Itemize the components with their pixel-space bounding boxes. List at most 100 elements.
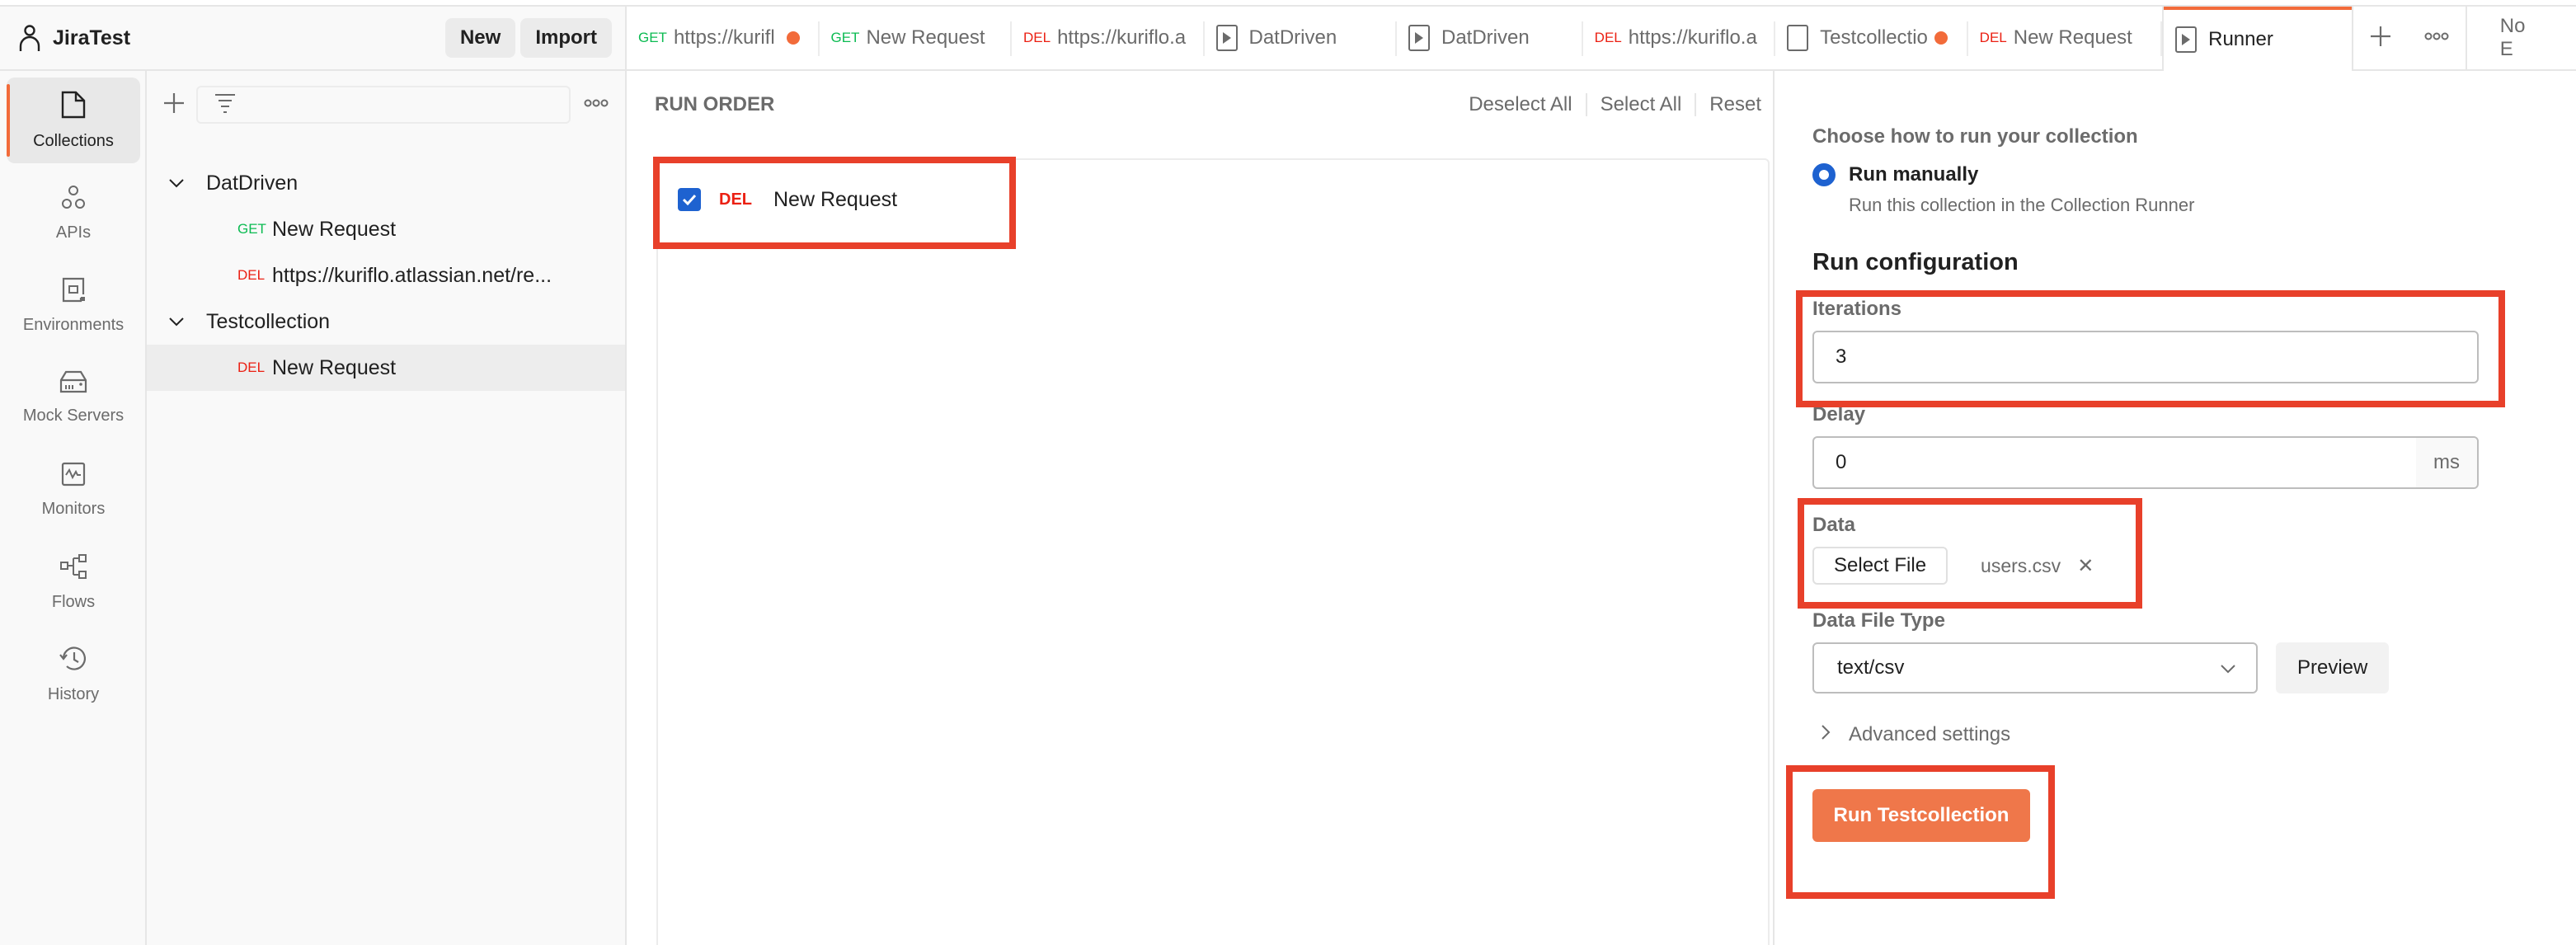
iterations-label: Iterations [1812, 298, 1902, 320]
workspace-name[interactable]: JiraTest [53, 26, 445, 50]
user-icon [13, 21, 46, 54]
sidebar-item-monitors[interactable]: Monitors [7, 447, 140, 533]
runner-icon [1408, 25, 1430, 51]
request-label: New Request [773, 187, 898, 211]
method-badge: DEL [1023, 30, 1051, 45]
tab-request[interactable]: DEL New Request [1968, 7, 2163, 69]
collections-panel: DatDriven GET New Request DEL https://ku… [147, 71, 627, 945]
collections-tree: DatDriven GET New Request DEL https://ku… [147, 160, 625, 391]
tab-request[interactable]: GET New Request [820, 7, 1013, 69]
tab-runner[interactable]: DatDriven [1205, 7, 1398, 69]
new-tab-plus-icon[interactable] [2370, 26, 2391, 51]
run-order-header: RUN ORDER Deselect All Select All Reset [627, 71, 1773, 139]
select-file-button[interactable]: Select File [1812, 547, 1948, 585]
reset-button[interactable]: Reset [1696, 93, 1761, 116]
radio-selected[interactable] [1812, 163, 1836, 186]
history-icon [59, 646, 87, 685]
collections-filter-input[interactable] [196, 86, 571, 124]
method-badge: GET [830, 30, 860, 45]
method-badge: DEL [1979, 30, 2007, 45]
run-order-title: RUN ORDER [655, 93, 775, 115]
sidebar-item-label: Collections [33, 131, 114, 150]
iterations-input[interactable]: 3 [1812, 331, 2479, 383]
delay-label: Delay [1812, 403, 1866, 425]
sidebar-item-label: Flows [51, 592, 96, 611]
choose-run-label: Choose how to run your collection [1812, 125, 2138, 148]
sidebar-item-collections[interactable]: Collections [7, 78, 140, 163]
run-manually-option[interactable]: Run manually [1812, 163, 2576, 186]
data-file-type-field: Data File Type text/csv Preview [1812, 609, 2576, 693]
sidebar-item-label: Monitors [41, 499, 106, 518]
iterations-field: Iterations 3 [1812, 298, 2576, 383]
sidebar-item-label: History [47, 684, 100, 703]
folder-label: Testcollection [206, 309, 331, 333]
run-order-item[interactable]: DEL New Request [658, 178, 1768, 221]
tab-request[interactable]: GET https://kurifl [627, 7, 820, 69]
run-order-actions: Deselect All Select All Reset [1455, 93, 1761, 116]
data-file-row: Select File users.csv ✕ [1812, 547, 2576, 585]
collections-icon [61, 91, 86, 132]
selected-file-name: users.csv [1981, 554, 2061, 576]
sidebar-item-history[interactable]: History [7, 632, 140, 717]
deselect-all-button[interactable]: Deselect All [1455, 93, 1587, 116]
chevron-down-icon[interactable] [167, 317, 186, 327]
chevron-down-icon[interactable] [167, 178, 186, 188]
collection-request-selected[interactable]: DEL New Request [147, 345, 625, 391]
delay-value: 0 [1836, 451, 1847, 473]
collection-request[interactable]: DEL https://kuriflo.atlassian.net/re... [147, 252, 625, 299]
tab-label: New Request [2013, 26, 2132, 49]
method-badge: DEL [237, 360, 266, 375]
run-manually-description: Run this collection in the Collection Ru… [1849, 195, 2195, 215]
collection-folder[interactable]: DatDriven [147, 160, 625, 206]
tab-label: Testcollectio [1820, 26, 1928, 49]
more-options-icon[interactable] [584, 97, 609, 112]
tab-label: DatDriven [1441, 26, 1530, 49]
method-badge: GET [237, 221, 266, 237]
new-button[interactable]: New [444, 18, 516, 58]
method-badge: DEL [719, 190, 752, 209]
tab-runner-active[interactable]: Runner [2162, 7, 2353, 73]
tab-collection[interactable]: Testcollectio [1775, 7, 1968, 69]
sidebar-item-mock-servers[interactable]: Mock Servers [7, 355, 140, 440]
add-collection-plus-icon[interactable] [163, 92, 185, 118]
checkbox-checked[interactable] [678, 188, 701, 211]
data-file-type-label: Data File Type [1812, 609, 1945, 632]
import-button[interactable]: Import [520, 18, 612, 58]
remove-file-icon[interactable]: ✕ [2077, 554, 2094, 578]
workspace-header: JiraTest New Import [0, 7, 627, 71]
unsaved-dot-icon [786, 31, 800, 45]
sidebar-item-flows[interactable]: Flows [7, 539, 140, 625]
data-label: Data [1812, 514, 1856, 536]
tab-label: https://kuriflo.a [1057, 26, 1187, 49]
data-file-type-select[interactable]: text/csv [1812, 642, 2258, 693]
chevron-down-icon [2220, 656, 2236, 679]
environment-selector[interactable]: No E [2467, 7, 2576, 69]
method-badge: GET [638, 30, 667, 45]
tab-bar: GET https://kurifl GET New Request DEL h… [627, 7, 2576, 73]
sidebar-item-label: APIs [55, 223, 92, 242]
select-all-button[interactable]: Select All [1587, 93, 1697, 116]
run-order-panel: RUN ORDER Deselect All Select All Reset … [627, 71, 1775, 945]
collection-request[interactable]: GET New Request [147, 206, 625, 252]
unsaved-dot-icon [1934, 31, 1948, 45]
delay-input[interactable]: 0 ms [1812, 436, 2479, 489]
more-tabs-icon[interactable] [2424, 31, 2449, 45]
apis-icon [60, 184, 87, 223]
preview-button[interactable]: Preview [2276, 642, 2390, 693]
request-label: New Request [272, 355, 397, 379]
collection-folder[interactable]: Testcollection [147, 299, 625, 345]
data-field: Data Select File users.csv ✕ [1812, 514, 2576, 585]
flows-icon [59, 553, 87, 593]
tab-request[interactable]: DEL https://kuriflo.a [1012, 7, 1205, 69]
sidebar-item-apis[interactable]: APIs [7, 170, 140, 256]
tab-runner[interactable]: DatDriven [1397, 7, 1583, 69]
runner-icon [2175, 26, 2198, 53]
run-order-list: DEL New Request [656, 158, 1770, 945]
advanced-settings-toggle[interactable]: Advanced settings [1812, 723, 2576, 746]
sidebar-item-environments[interactable]: Environments [7, 262, 140, 348]
folder-label: DatDriven [206, 171, 298, 195]
tab-label: Runner [2208, 28, 2273, 50]
run-collection-button[interactable]: Run Testcollection [1812, 789, 2030, 842]
tab-request[interactable]: DEL https://kuriflo.a [1583, 7, 1776, 69]
tab-label: https://kurifl [673, 26, 775, 49]
